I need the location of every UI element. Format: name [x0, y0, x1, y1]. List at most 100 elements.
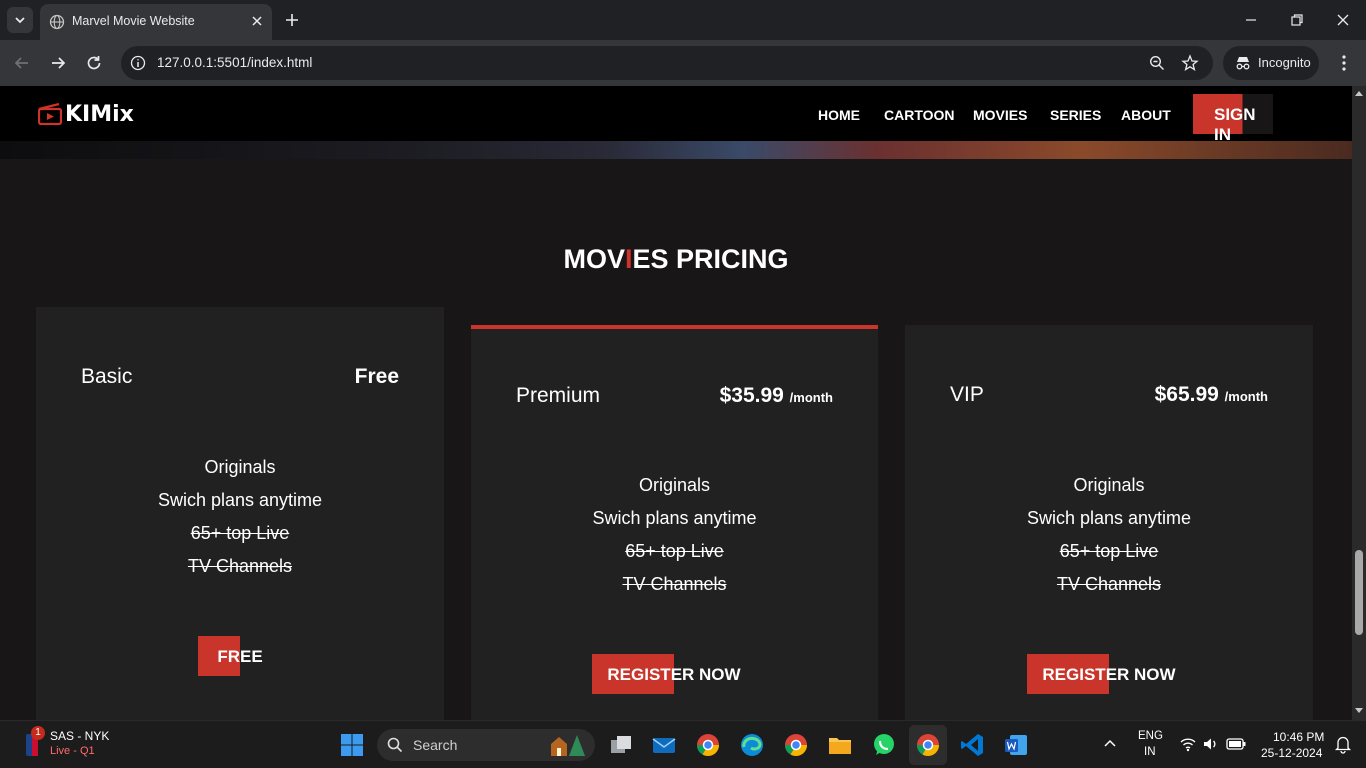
language-line-1[interactable]: ENG [1138, 730, 1163, 742]
register-now-button-vip[interactable]: REGISTER NOW [1027, 654, 1191, 694]
scroll-up-icon[interactable] [1355, 90, 1363, 96]
wifi-icon[interactable] [1179, 736, 1197, 752]
section-title-post: ES PRICING [632, 244, 789, 274]
plan-feature: Originals [204, 457, 276, 477]
scroll-down-icon[interactable] [1355, 708, 1363, 714]
word-icon[interactable] [1002, 731, 1030, 759]
plan-name: VIP [950, 383, 984, 406]
back-arrow-icon[interactable] [11, 52, 33, 74]
section-title: MOVIES PRICING [0, 244, 1352, 275]
pricing-card-basic: Basic Free Originals Swich plans anytime… [36, 307, 444, 720]
nav-cartoon[interactable]: CARTOON [884, 107, 955, 123]
chrome-incognito-icon[interactable] [914, 731, 942, 759]
window-close-icon[interactable] [1333, 10, 1353, 30]
clock-time[interactable]: 10:46 PM [1273, 730, 1324, 744]
nav-movies[interactable]: MOVIES [973, 107, 1027, 123]
plan-feature: Originals [638, 475, 711, 495]
button-label: REGISTER NOW [1042, 665, 1176, 684]
score-widget-logo[interactable]: 1 [22, 726, 45, 758]
logo-text: KIMix [65, 101, 134, 127]
mail-icon[interactable] [650, 731, 678, 759]
page-scrollbar[interactable] [1352, 86, 1366, 720]
plan-feature-excluded: TV Channels [187, 556, 293, 576]
address-bar[interactable]: 127.0.0.1:5501/index.html [121, 46, 1213, 80]
edge-icon[interactable] [738, 731, 766, 759]
nav-about[interactable]: ABOUT [1121, 107, 1171, 123]
pricing-card-premium: Premium $35.99 /month Originals Swich pl… [471, 325, 878, 720]
search-icon [387, 737, 403, 753]
clock-date: 25-12-2024 [1261, 746, 1323, 760]
chevron-up-icon[interactable] [1103, 738, 1117, 748]
page-viewport: KIMix HOME CARTOON MOVIES SERIES ABOUT S… [0, 86, 1352, 720]
forward-arrow-icon[interactable] [47, 52, 69, 74]
site-logo[interactable]: KIMix [38, 100, 134, 128]
notification-bell-icon[interactable] [1334, 734, 1352, 754]
browser-tab-active[interactable]: Marvel Movie Website [40, 4, 272, 40]
vscode-icon[interactable] [958, 731, 986, 759]
sign-in-label: SIGN IN [1214, 105, 1256, 144]
browser-toolbar: 127.0.0.1:5501/index.html Incognito [0, 40, 1366, 86]
section-title-accent: I [624, 244, 633, 274]
free-button[interactable]: FREE [198, 636, 282, 676]
battery-icon[interactable] [1226, 737, 1246, 751]
bookmark-star-icon[interactable] [1181, 54, 1199, 72]
minimize-icon[interactable] [1241, 10, 1261, 30]
button-label: FREE [217, 647, 263, 666]
tab-title: Marvel Movie Website [72, 14, 195, 28]
notification-badge: 1 [31, 726, 45, 740]
chrome-icon[interactable] [782, 731, 810, 759]
score-title[interactable]: SAS - NYK [50, 729, 109, 743]
chrome-profile-icon[interactable] [694, 731, 722, 759]
search-label: Search [413, 737, 458, 753]
sign-in-button[interactable]: SIGN IN [1193, 94, 1273, 144]
plan-feature: Swich plans anytime [592, 508, 757, 528]
site-header: KIMix HOME CARTOON MOVIES SERIES ABOUT S… [0, 86, 1352, 144]
section-title-pre: MOV [563, 244, 625, 274]
score-status: Live - Q1 [50, 745, 95, 757]
plan-price: $65.99 /month [1155, 383, 1268, 407]
kebab-menu-icon[interactable] [1333, 52, 1355, 74]
windows-start-icon[interactable] [338, 731, 366, 759]
plan-feature-excluded: 65+ top Live [625, 541, 724, 561]
taskbar-search-box[interactable]: Search [377, 729, 595, 761]
globe-icon [49, 14, 65, 30]
nav-series[interactable]: SERIES [1050, 107, 1101, 123]
reload-icon[interactable] [83, 52, 105, 74]
whatsapp-icon[interactable] [870, 731, 898, 759]
plan-feature-excluded: TV Channels [1056, 574, 1162, 594]
volume-icon[interactable] [1202, 736, 1220, 752]
plan-price: Free [355, 365, 399, 389]
browser-tab-strip: Marvel Movie Website [0, 0, 1366, 40]
plan-feature-excluded: 65+ top Live [190, 523, 290, 543]
plan-feature-excluded: TV Channels [622, 574, 727, 594]
plan-feature: Swich plans anytime [1026, 508, 1192, 528]
task-view-icon[interactable] [607, 731, 635, 759]
plan-price-period: /month [789, 390, 833, 405]
zoom-icon[interactable] [1149, 55, 1165, 71]
info-icon[interactable] [130, 55, 146, 71]
holiday-decoration-icon [551, 735, 585, 756]
film-clapper-icon [38, 103, 62, 125]
chevron-down-icon [15, 17, 25, 24]
plan-name: Basic [81, 365, 133, 388]
scrollbar-thumb[interactable] [1355, 550, 1363, 635]
incognito-label: Incognito [1258, 55, 1311, 70]
windows-taskbar: 1 SAS - NYK Live - Q1 Search ENG IN 10:4… [0, 720, 1366, 768]
url-text: 127.0.0.1:5501/index.html [157, 55, 313, 70]
language-line-2: IN [1144, 746, 1156, 758]
hero-image-edge [0, 141, 1352, 159]
restore-icon[interactable] [1287, 10, 1307, 30]
close-icon[interactable] [248, 12, 266, 30]
file-explorer-icon[interactable] [826, 731, 854, 759]
plan-price-value: Free [354, 365, 399, 388]
incognito-indicator[interactable]: Incognito [1223, 46, 1319, 80]
plan-feature: Swich plans anytime [157, 490, 323, 510]
plan-name: Premium [516, 384, 601, 407]
register-now-button-premium[interactable]: REGISTER NOW [592, 654, 756, 694]
button-label: REGISTER NOW [607, 665, 741, 684]
nav-home[interactable]: HOME [818, 107, 860, 123]
new-tab-icon[interactable] [282, 10, 302, 30]
incognito-icon [1236, 57, 1250, 70]
tab-search-button[interactable] [7, 7, 33, 33]
plan-price-value: $35.99 [719, 384, 784, 407]
